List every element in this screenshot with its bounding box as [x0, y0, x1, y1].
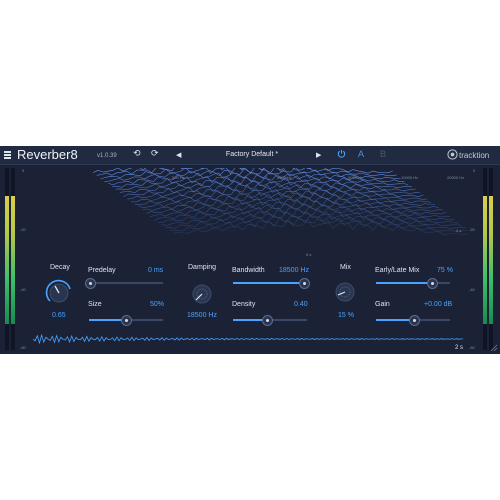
header-bar: Reverber8 v1.0.39 ⟲ ⟳ ◀ Factory Default … — [0, 146, 500, 165]
freq-label-5000: 5000 Hz — [348, 175, 363, 180]
time-label-start: 0 s — [456, 228, 462, 233]
density-slider[interactable] — [233, 314, 307, 326]
time-label-end: 5 s — [306, 252, 312, 257]
size-label: Size — [88, 301, 102, 308]
decay-value: 0.65 — [52, 312, 66, 319]
undo-icon[interactable]: ⟲ — [133, 148, 141, 159]
gain-value: +0.00 dB — [424, 301, 453, 308]
freq-label-500: 500 Hz — [172, 175, 185, 180]
plugin-title: Reverber8 — [17, 147, 78, 162]
predelay-slider[interactable] — [85, 277, 163, 289]
preset-name[interactable]: Factory Default * — [222, 151, 282, 158]
ab-compare-a-button[interactable]: A — [358, 149, 364, 159]
redo-icon[interactable]: ⟳ — [151, 148, 159, 159]
damping-value: 18500 Hz — [187, 312, 217, 319]
right-output-meter-2 — [489, 196, 493, 324]
next-preset-icon[interactable]: ▶ — [316, 151, 321, 159]
gain-slider-fill — [376, 319, 413, 321]
left-output-meter-2 — [11, 196, 15, 324]
bandwidth-value: 18500 Hz — [279, 267, 309, 274]
damping-knob[interactable] — [190, 282, 214, 306]
meter-tick-20-right: -20 — [469, 227, 475, 232]
waveform-time-label: 2 s — [455, 345, 464, 351]
early-late-mix-slider[interactable] — [376, 277, 450, 289]
waterfall-line — [142, 197, 443, 212]
density-slider-thumb[interactable] — [262, 314, 273, 326]
reverber8-plugin-window: Reverber8 v1.0.39 ⟲ ⟳ ◀ Factory Default … — [0, 146, 500, 354]
meter-tick-40-right: -40 — [469, 287, 475, 292]
spectrum-waterfall-display — [92, 168, 467, 236]
density-label: Density — [232, 301, 256, 308]
waterfall-line — [157, 207, 458, 223]
meter-tick-60-right: -60 — [469, 345, 475, 350]
bandwidth-slider-thumb[interactable] — [299, 277, 310, 289]
brand-name: tracktion — [459, 151, 490, 160]
previous-preset-icon[interactable]: ◀ — [176, 151, 181, 159]
meter-tick-60: -60 — [20, 345, 26, 350]
damping-label: Damping — [188, 264, 217, 271]
early-late-mix-slider-fill — [376, 282, 431, 284]
size-slider-thumb[interactable] — [121, 314, 132, 326]
freq-label-2000: 2000 Hz — [277, 175, 292, 180]
gain-slider-thumb[interactable] — [409, 314, 420, 326]
early-late-mix-label: Early/Late Mix — [375, 267, 420, 274]
impulse-waveform — [33, 333, 463, 345]
left-output-meter — [5, 196, 9, 324]
decay-label: Decay — [50, 264, 70, 271]
early-late-mix-slider-thumb[interactable] — [427, 277, 438, 289]
bandwidth-label: Bandwidth — [232, 267, 265, 274]
decay-knob[interactable] — [43, 276, 75, 308]
predelay-slider-thumb[interactable] — [85, 277, 96, 289]
early-late-mix-value: 75 % — [437, 267, 453, 274]
predelay-value: 0 ms — [148, 267, 164, 274]
meter-tick-0-right: 0 — [473, 168, 476, 173]
meter-tick-20: -20 — [20, 227, 26, 232]
predelay-label: Predelay — [88, 267, 116, 274]
gain-label: Gain — [375, 301, 390, 308]
mix-label: Mix — [340, 264, 351, 271]
gain-slider[interactable] — [376, 314, 450, 326]
meter-tick-40: -40 — [20, 287, 26, 292]
size-value: 50% — [150, 301, 165, 308]
mix-value: 15 % — [338, 312, 354, 319]
power-icon[interactable] — [337, 149, 346, 158]
menu-icon[interactable] — [4, 151, 11, 160]
meter-tick-0: 0 — [22, 168, 25, 173]
plugin-version: v1.0.39 — [97, 153, 117, 159]
bandwidth-slider-fill — [233, 282, 303, 284]
ab-compare-b-button[interactable]: B — [380, 149, 386, 159]
resize-handle-icon[interactable] — [490, 344, 498, 352]
freq-label-20000: 20000 Hz — [447, 175, 465, 180]
density-value: 0.40 — [294, 301, 308, 308]
waveform-line — [33, 333, 463, 345]
right-output-meter — [483, 196, 487, 324]
bandwidth-slider[interactable] — [233, 277, 310, 289]
mix-knob[interactable] — [333, 280, 357, 304]
size-slider[interactable] — [89, 314, 163, 326]
tracktion-logo-icon — [447, 149, 458, 160]
freq-label-10000: 10000 Hz — [401, 175, 419, 180]
